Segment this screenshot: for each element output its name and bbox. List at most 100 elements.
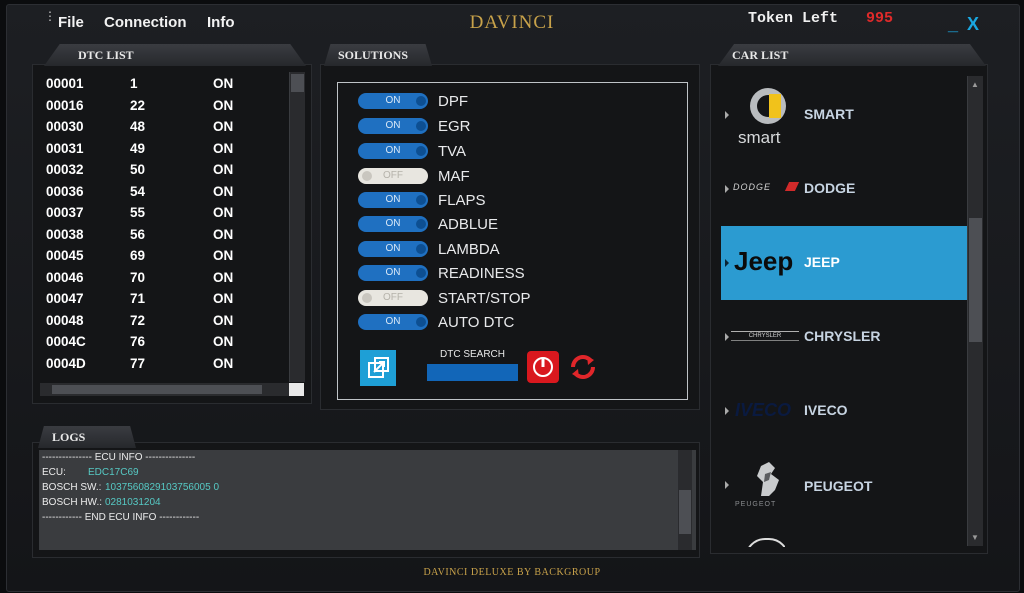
solution-toggle[interactable]: ON	[358, 314, 428, 330]
dtc-list[interactable]: 00001 1 ON 00016 22 ON 00030 48 ON 00031 49 ON 0…	[44, 76, 284, 382]
scroll-down-icon[interactable]: ▼	[971, 533, 979, 542]
dtc-list-title: DTC LIST	[78, 48, 134, 62]
logs-output[interactable]: --------------- ECU INFO ---------------…	[39, 450, 696, 550]
dtc-number: 69	[130, 248, 146, 263]
list-item[interactable]: 00016 22 ON	[44, 98, 284, 120]
dtc-state: ON	[213, 162, 234, 177]
dtc-number: 55	[130, 205, 146, 220]
list-item[interactable]: 00031 49 ON	[44, 141, 284, 163]
list-item[interactable]: 00038 56 ON	[44, 227, 284, 249]
dtc-number: 49	[130, 140, 146, 156]
dtc-code: 00032	[46, 162, 84, 177]
list-item[interactable]: 00046 70 ON	[44, 270, 284, 292]
solution-toggle[interactable]: ON	[358, 118, 428, 134]
car-item-smart[interactable]: smart SMART	[721, 78, 967, 152]
dtc-state: ON	[213, 312, 234, 328]
solution-toggle[interactable]: OFF	[358, 168, 428, 184]
list-item[interactable]: 00037 55 ON	[44, 205, 284, 227]
dtc-number: 71	[130, 291, 146, 306]
token-left-label: Token Left	[748, 10, 839, 27]
scrollbar-thumb[interactable]	[291, 74, 304, 92]
car-item-iveco[interactable]: IVECO IVECO	[721, 374, 967, 448]
toggle-state: OFF	[383, 292, 403, 303]
external-window-icon	[368, 357, 389, 378]
external-window-button[interactable]	[360, 350, 396, 386]
scroll-up-icon[interactable]: ▲	[971, 80, 979, 89]
list-item[interactable]: 00030 48 ON	[44, 119, 284, 141]
dtc-state: ON	[213, 119, 234, 134]
dtc-state: ON	[213, 355, 234, 371]
chevron-right-icon	[725, 259, 729, 267]
solutions-title: SOLUTIONS	[338, 48, 409, 62]
dtc-state: ON	[213, 183, 234, 199]
dtc-code: 0004C	[46, 334, 86, 349]
dtc-code: 00046	[46, 269, 84, 285]
scrollbar-thumb[interactable]	[52, 385, 262, 394]
menu-bar: ⋮ File Connection Info DAVINCI Token Lef…	[0, 0, 1024, 40]
car-item-chrysler[interactable]: CHRYSLER CHRYSLER	[721, 300, 967, 374]
list-item[interactable]: 00032 50 ON	[44, 162, 284, 184]
dtc-code: 00037	[46, 205, 84, 220]
log-text: --------------- ECU INFO ---------------	[42, 452, 196, 463]
dtc-number: 77	[130, 355, 146, 371]
solution-label: AUTO DTC	[438, 314, 515, 331]
dtc-code: 00048	[46, 312, 84, 328]
list-item[interactable]: 00036 54 ON	[44, 184, 284, 206]
solution-label: DPF	[438, 93, 468, 110]
logs-vertical-scrollbar[interactable]	[677, 450, 692, 550]
car-item-peugeot[interactable]: PEUGEOT PEUGEOT	[721, 448, 967, 522]
list-item[interactable]: 00047 71 ON	[44, 291, 284, 313]
refresh-icon	[571, 355, 595, 379]
log-line: ------------ END ECU INFO ------------	[42, 512, 199, 523]
logs-tab: LOGS	[38, 426, 136, 448]
dtc-code: 00038	[46, 226, 84, 242]
car-list-vertical-scrollbar[interactable]: ▲ ▼	[967, 76, 983, 546]
car-name: IVECO	[804, 402, 848, 418]
solution-label: FLAPS	[438, 192, 486, 209]
dtc-state: ON	[213, 205, 234, 220]
log-line: BOSCH HW.: 0281031204	[42, 497, 161, 508]
close-button[interactable]: X	[967, 14, 979, 35]
solution-toggle[interactable]: ON	[358, 93, 428, 109]
solution-toggle[interactable]: ON	[358, 143, 428, 159]
dtc-code: 00045	[46, 248, 84, 263]
power-button[interactable]	[527, 351, 559, 383]
list-item[interactable]: 0004C 76 ON	[44, 334, 284, 356]
solution-toggle[interactable]: OFF	[358, 290, 428, 306]
list-item[interactable]: 00001 1 ON	[44, 76, 284, 98]
dtc-state: ON	[213, 97, 234, 113]
solution-label: TVA	[438, 143, 467, 160]
dtc-number: 22	[130, 97, 146, 113]
token-left-value: 995	[866, 10, 894, 27]
list-item[interactable]: 0004D 77 ON	[44, 356, 284, 378]
scrollbar-thumb[interactable]	[679, 490, 691, 534]
car-item-dodge[interactable]: DODGE DODGE	[721, 152, 967, 226]
scrollbar-thumb[interactable]	[969, 218, 982, 342]
refresh-button[interactable]	[566, 350, 600, 384]
dtc-list-vertical-scrollbar[interactable]	[289, 72, 305, 382]
car-list-tab: CAR LIST	[718, 44, 986, 66]
dtc-list-horizontal-scrollbar[interactable]	[40, 383, 289, 396]
toggle-state: ON	[385, 194, 401, 205]
footer-brand: DAVINCI DELUXE BY BACKGROUP	[423, 567, 601, 578]
solution-label: EGR	[438, 118, 471, 135]
solution-label: ADBLUE	[438, 216, 499, 233]
log-line: BOSCH SW.: 1037560829103756005 0	[42, 482, 219, 493]
toggle-state: OFF	[383, 170, 403, 181]
solution-toggle[interactable]: ON	[358, 192, 428, 208]
dtc-code: 0004D	[46, 355, 86, 371]
dtc-number: 72	[130, 312, 146, 328]
list-item[interactable]: 00045 69 ON	[44, 248, 284, 270]
car-item-jeep[interactable]: Jeep JEEP	[721, 226, 967, 300]
log-text: BOSCH SW.:	[42, 482, 102, 493]
solution-toggle[interactable]: ON	[358, 241, 428, 257]
car-logo-text: PEUGEOT	[735, 501, 777, 508]
solution-toggle[interactable]: ON	[358, 265, 428, 281]
list-item[interactable]: 00048 72 ON	[44, 313, 284, 335]
car-name: CHRYSLER	[804, 328, 881, 344]
minimize-button[interactable]: _	[948, 14, 958, 35]
car-list-partial-item	[745, 538, 785, 547]
solution-toggle[interactable]: ON	[358, 216, 428, 232]
dtc-search-input[interactable]	[427, 364, 518, 381]
dtc-code: 00001	[46, 76, 84, 91]
